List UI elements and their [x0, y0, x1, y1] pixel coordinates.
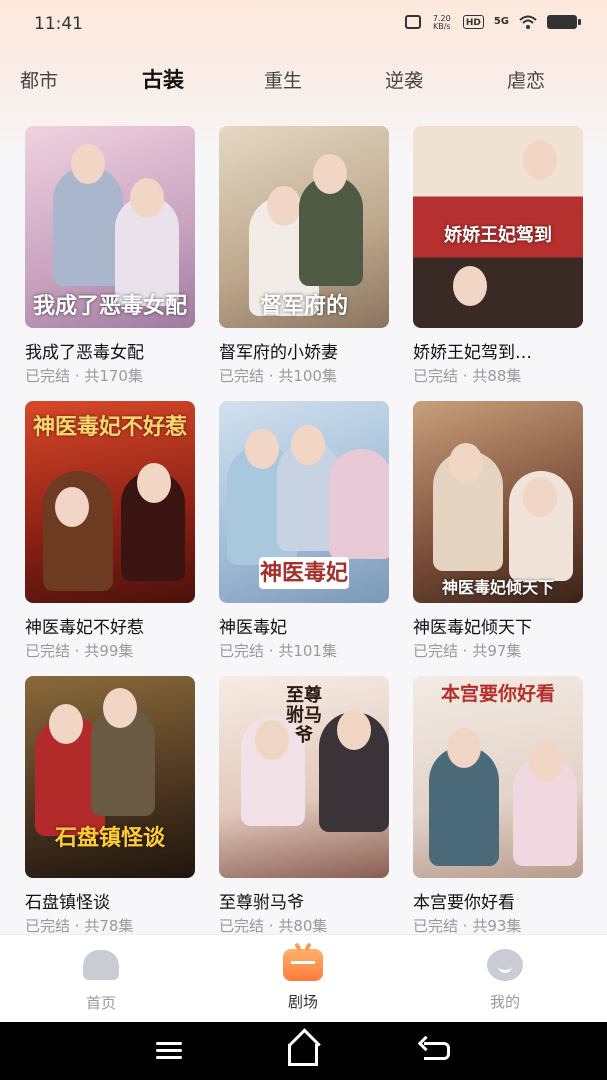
drama-meta: 已完结 · 共78集: [25, 917, 134, 935]
vibrate-icon: [404, 15, 421, 29]
home-icon: [81, 950, 121, 986]
hd-icon: HD: [462, 15, 484, 29]
drama-card[interactable]: 神医毒妃 神医毒妃 已完结 · 共101集: [219, 401, 389, 661]
drama-meta: 已完结 · 共101集: [219, 642, 337, 660]
drama-meta: 已完结 · 共97集: [413, 642, 522, 660]
drama-card[interactable]: 神医毒妃倾天下 神医毒妃倾天下 已完结 · 共97集: [413, 401, 583, 661]
drama-poster[interactable]: 石盘镇怪谈: [25, 676, 195, 878]
drama-poster[interactable]: 本宫要你好看: [413, 676, 583, 878]
drama-title[interactable]: 神医毒妃倾天下: [413, 613, 583, 638]
poster-title: 我成了恶毒女配: [33, 292, 188, 319]
category-tabs: 都市 古装 重生 逆袭 虐恋: [0, 58, 607, 98]
drama-poster[interactable]: 娇娇王妃驾到: [413, 126, 583, 328]
status-time: 11:41: [34, 14, 83, 34]
signal-icon: 5G: [493, 16, 509, 27]
back-button[interactable]: [424, 1038, 454, 1064]
theater-icon: [283, 949, 323, 985]
drama-meta: 已完结 · 共93集: [413, 917, 522, 935]
tab-chongsheng[interactable]: 重生: [264, 66, 302, 93]
nav-home[interactable]: 首页: [56, 947, 146, 1013]
drama-title[interactable]: 至尊驸马爷: [219, 888, 389, 913]
poster-title: 神医毒妃不好惹: [33, 414, 188, 440]
bottom-nav: 首页 剧场 我的: [0, 934, 607, 1022]
drama-poster[interactable]: 督军府的: [219, 126, 389, 328]
system-nav-bar: [0, 1022, 607, 1080]
drama-card[interactable]: 至尊驸马爷 至尊驸马爷 已完结 · 共80集: [219, 676, 389, 936]
menu-icon[interactable]: [156, 1038, 186, 1064]
tab-nixi[interactable]: 逆袭: [385, 66, 423, 93]
nav-home-label: 首页: [85, 994, 116, 1012]
battery-icon: [547, 15, 581, 29]
drama-card[interactable]: 石盘镇怪谈 石盘镇怪谈 已完结 · 共78集: [25, 676, 195, 936]
poster-title: 神医毒妃倾天下: [441, 578, 554, 598]
poster-title: 娇娇王妃驾到: [444, 225, 552, 247]
home-button[interactable]: [288, 1038, 318, 1066]
nav-theater[interactable]: 剧场: [258, 947, 348, 1012]
network-speed: 7.20 KB/s: [432, 14, 451, 31]
tab-dushi[interactable]: 都市: [20, 66, 58, 93]
drama-poster[interactable]: 至尊驸马爷: [219, 676, 389, 878]
drama-meta: 已完结 · 共170集: [25, 367, 143, 385]
drama-title[interactable]: 神医毒妃: [219, 613, 389, 638]
wifi-icon: [519, 15, 537, 29]
drama-title[interactable]: 娇娇王妃驾到…: [413, 338, 583, 363]
drama-meta: 已完结 · 共88集: [413, 367, 522, 385]
drama-title[interactable]: 石盘镇怪谈: [25, 888, 195, 913]
drama-poster[interactable]: 神医毒妃不好惹: [25, 401, 195, 603]
drama-meta: 已完结 · 共100集: [219, 367, 337, 385]
drama-title[interactable]: 本宫要你好看: [413, 888, 583, 913]
drama-title[interactable]: 督军府的小娇妻: [219, 338, 389, 363]
back-icon: [424, 1042, 450, 1060]
drama-card[interactable]: 神医毒妃不好惹 神医毒妃不好惹 已完结 · 共99集: [25, 401, 195, 661]
profile-icon: [485, 949, 525, 985]
poster-title: 督军府的: [259, 292, 348, 319]
drama-title[interactable]: 神医毒妃不好惹: [25, 613, 195, 638]
drama-card[interactable]: 娇娇王妃驾到 娇娇王妃驾到… 已完结 · 共88集: [413, 126, 583, 386]
drama-poster[interactable]: 我成了恶毒女配: [25, 126, 195, 328]
drama-card[interactable]: 本宫要你好看 本宫要你好看 已完结 · 共93集: [413, 676, 583, 936]
drama-poster[interactable]: 神医毒妃: [219, 401, 389, 603]
poster-title: 石盘镇怪谈: [54, 824, 165, 851]
drama-card[interactable]: 我成了恶毒女配 我成了恶毒女配 已完结 · 共170集: [25, 126, 195, 386]
status-icons: 7.20 KB/s HD 5G: [404, 14, 581, 31]
app-screen: 11:41 7.20 KB/s HD 5G 都市 古装 重生 逆袭 虐恋 我成了…: [0, 0, 607, 1080]
tab-nuelian[interactable]: 虐恋: [507, 66, 545, 93]
nav-profile[interactable]: 我的: [460, 947, 550, 1012]
tab-guzhuang[interactable]: 古装: [142, 64, 184, 94]
drama-meta: 已完结 · 共99集: [25, 642, 134, 660]
nav-profile-label: 我的: [489, 993, 520, 1011]
poster-title: 至尊驸马爷: [286, 685, 322, 746]
drama-poster[interactable]: 神医毒妃倾天下: [413, 401, 583, 603]
drama-card[interactable]: 督军府的 督军府的小娇妻 已完结 · 共100集: [219, 126, 389, 386]
nav-theater-label: 剧场: [287, 993, 318, 1011]
status-bar: 11:41 7.20 KB/s HD 5G: [0, 0, 607, 50]
drama-title[interactable]: 我成了恶毒女配: [25, 338, 195, 363]
system-home-icon: [288, 1044, 318, 1066]
poster-title: 神医毒妃: [259, 556, 349, 589]
drama-meta: 已完结 · 共80集: [219, 917, 328, 935]
poster-title: 本宫要你好看: [440, 683, 555, 705]
